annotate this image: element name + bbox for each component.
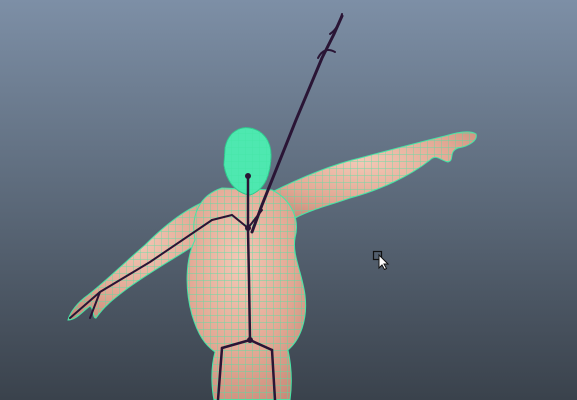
chest-joint[interactable] <box>245 225 251 231</box>
pelvis-joint[interactable] <box>247 337 253 343</box>
head-joint[interactable] <box>245 173 251 179</box>
select-arrow-with-box-icon <box>372 250 390 270</box>
scene-canvas[interactable] <box>0 0 577 400</box>
3d-viewport[interactable] <box>0 0 577 400</box>
